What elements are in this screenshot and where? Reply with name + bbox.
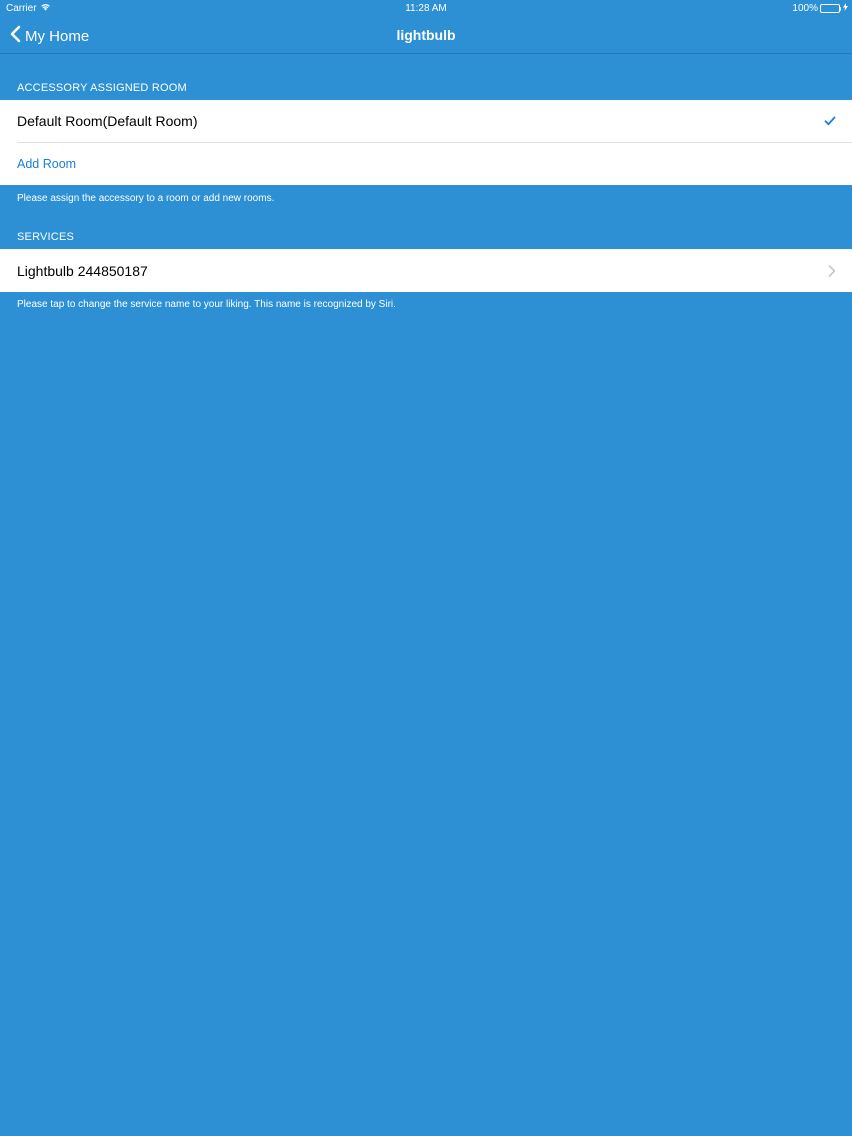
checkmark-icon bbox=[824, 116, 836, 126]
service-cell-label: Lightbulb 244850187 bbox=[17, 262, 148, 279]
room-group: Default Room(Default Room) Add Room bbox=[0, 100, 852, 185]
page-title: lightbulb bbox=[396, 27, 456, 43]
chevron-right-icon bbox=[828, 264, 836, 277]
battery-icon bbox=[820, 4, 841, 13]
battery-percent: 100% bbox=[792, 3, 818, 14]
services-section-header: SERVICES bbox=[17, 231, 75, 243]
status-time: 11:28 AM bbox=[405, 3, 447, 14]
room-section-footer: Please assign the accessory to a room or… bbox=[17, 193, 275, 204]
service-cell-lightbulb[interactable]: Lightbulb 244850187 bbox=[0, 249, 852, 292]
add-room-label: Add Room bbox=[17, 156, 77, 171]
charging-bolt-icon bbox=[843, 3, 848, 14]
services-section-footer: Please tap to change the service name to… bbox=[17, 299, 396, 310]
room-cell-default[interactable]: Default Room(Default Room) bbox=[0, 100, 852, 142]
add-room-button[interactable]: Add Room bbox=[0, 142, 852, 185]
room-cell-label: Default Room(Default Room) bbox=[17, 113, 198, 129]
room-section-header: ACCESSORY ASSIGNED ROOM bbox=[17, 82, 187, 94]
status-right: 100% bbox=[792, 3, 848, 14]
navigation-bar: My Home lightbulb bbox=[0, 18, 852, 54]
status-bar: Carrier 11:28 AM 100% bbox=[0, 0, 852, 18]
services-group: Lightbulb 244850187 bbox=[0, 249, 852, 292]
